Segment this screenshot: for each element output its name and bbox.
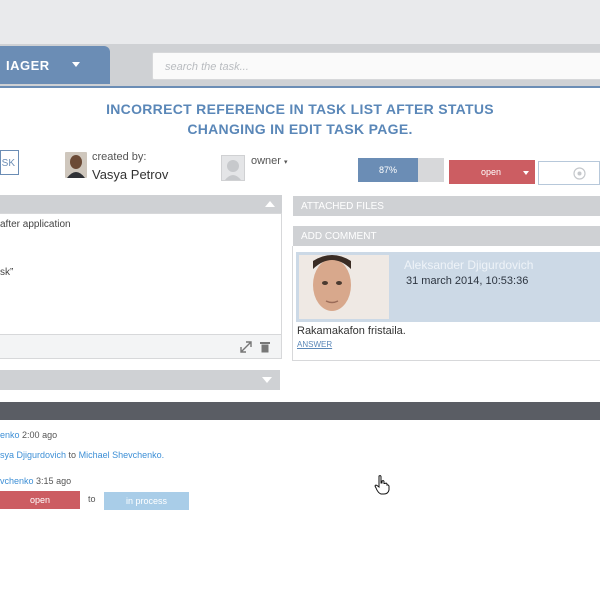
history-to-word: to: [68, 450, 77, 460]
description-footer: [0, 335, 282, 359]
chevron-down-icon: [72, 62, 80, 67]
history-user-link[interactable]: enko: [0, 430, 20, 440]
owner-label[interactable]: owner ▾: [251, 155, 288, 167]
search-input[interactable]: search the task...: [152, 52, 600, 80]
comment-text: Rakamakafon fristaila.: [297, 325, 406, 337]
task-button[interactable]: SK: [0, 150, 19, 175]
hand-cursor-icon: [374, 475, 390, 495]
owner-avatar-placeholder[interactable]: [221, 155, 245, 181]
task-title-line-1: INCORRECT REFERENCE IN TASK LIST AFTER S…: [106, 101, 494, 117]
expand-icon[interactable]: [240, 341, 252, 353]
attached-files-header[interactable]: ATTACHED FILES: [293, 196, 600, 216]
status-pill-open: open: [0, 491, 80, 509]
history-divider: [0, 402, 600, 420]
progress-label: 87%: [379, 165, 398, 175]
status-dropdown[interactable]: open: [449, 160, 535, 184]
comment-author[interactable]: Aleksander Djigurdovich: [404, 258, 533, 272]
collapse-icon[interactable]: [265, 201, 275, 207]
history-user-link[interactable]: vchenko: [0, 476, 34, 486]
history-from-link[interactable]: sya Djigurdovich: [0, 450, 66, 460]
comment-date: 31 march 2014, 10:53:36: [406, 275, 529, 287]
settings-icon: [573, 167, 586, 180]
expand-section-icon[interactable]: [262, 377, 272, 383]
progress-fill: 87%: [358, 158, 419, 182]
brand-label: IAGER: [6, 58, 50, 73]
description-header[interactable]: [0, 195, 282, 213]
answer-link[interactable]: ANSWER: [297, 340, 332, 349]
progress-bar: 87%: [358, 158, 444, 182]
history-time: 2:00 ago: [22, 430, 58, 440]
brand-tab[interactable]: IAGER: [0, 46, 110, 84]
history-to-link[interactable]: Michael Shevchenko.: [79, 450, 165, 460]
creator-avatar: [65, 152, 87, 178]
description-box: [0, 213, 282, 335]
trash-icon[interactable]: [260, 341, 270, 353]
history-to-word: to: [88, 494, 96, 504]
commenter-photo: [299, 255, 389, 319]
watch-button[interactable]: [538, 161, 600, 185]
collapsed-section-header[interactable]: [0, 370, 280, 390]
description-line-1: after application: [0, 219, 71, 230]
creator-name: Vasya Petrov: [92, 167, 169, 182]
status-pill-in-process: in process: [104, 492, 189, 510]
history-entry-1-header: enko 2:00 ago: [0, 430, 57, 440]
description-line-2: sk”: [0, 267, 14, 278]
history-time: 3:15 ago: [36, 476, 72, 486]
caret-down-icon: ▾: [284, 159, 288, 166]
owner-label-text: owner: [251, 155, 281, 167]
created-by-label: created by:: [92, 151, 147, 163]
task-title-line-2: CHANGING IN EDIT TASK PAGE.: [187, 121, 413, 137]
history-panel: [0, 420, 600, 600]
history-entry-2-header: vchenko 3:15 ago: [0, 476, 71, 486]
add-comment-header[interactable]: ADD COMMENT: [293, 226, 600, 246]
history-entry-1-body: sya Djigurdovich to Michael Shevchenko.: [0, 450, 164, 460]
status-label: open: [481, 167, 502, 177]
chevron-down-icon: [523, 171, 529, 175]
